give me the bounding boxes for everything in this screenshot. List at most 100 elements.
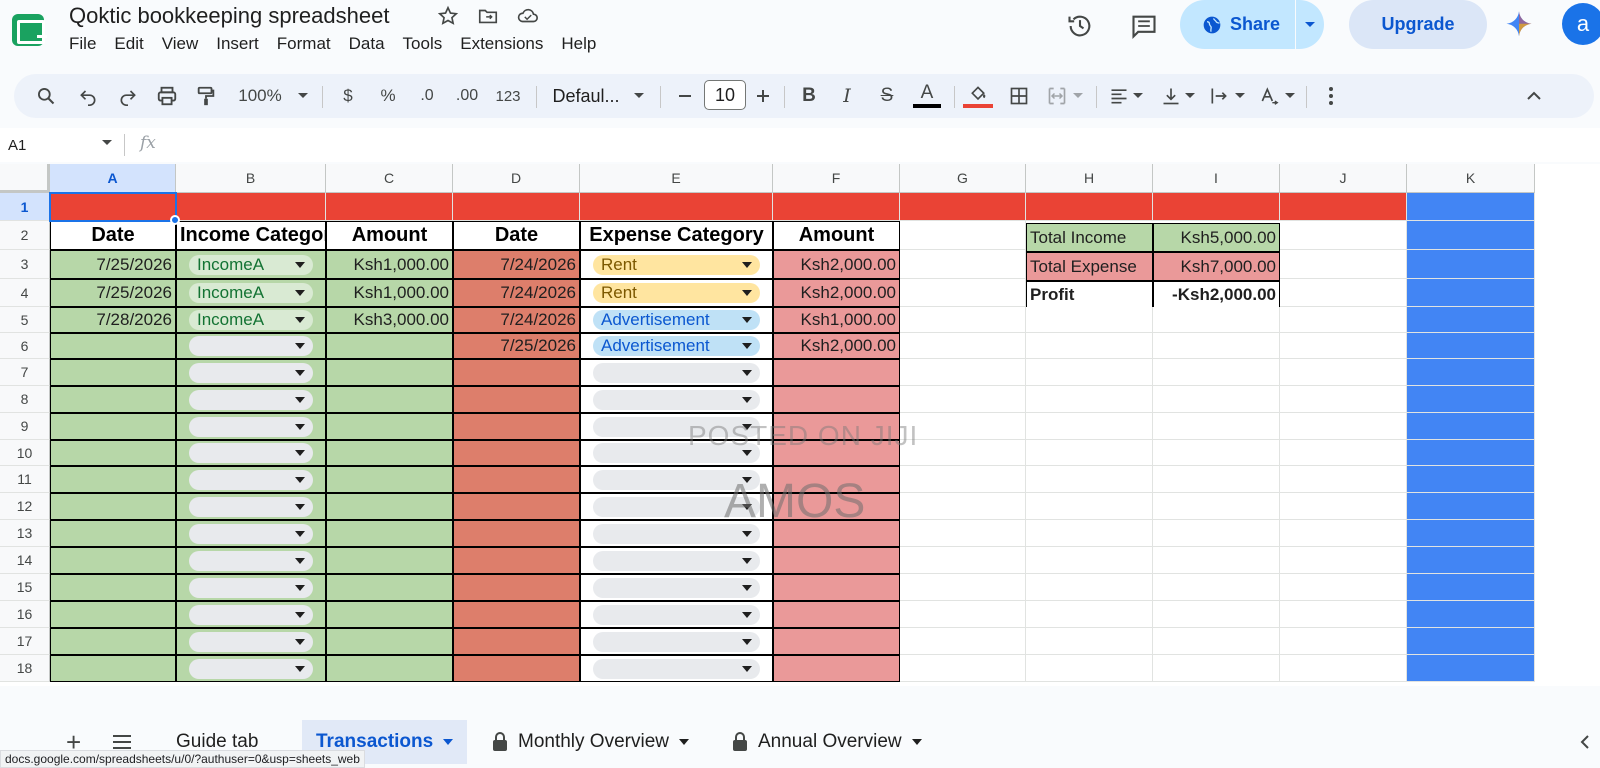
cell-g10[interactable]: [900, 440, 1026, 466]
cell-j5[interactable]: [1280, 307, 1407, 333]
cell-j11[interactable]: [1280, 466, 1407, 493]
italic-button[interactable]: I: [836, 74, 858, 118]
increase-font-size-icon[interactable]: [752, 74, 774, 118]
income-category-dropdown[interactable]: [189, 550, 313, 571]
summary-total-expense-label[interactable]: Total Expense: [1026, 252, 1153, 281]
cell-j8[interactable]: [1280, 386, 1407, 413]
cell-j14[interactable]: [1280, 547, 1407, 574]
menu-format[interactable]: Format: [277, 32, 339, 56]
income-amount-cell[interactable]: Ksh3,000.00: [326, 307, 453, 333]
column-header-b[interactable]: B: [176, 164, 326, 193]
cell-g13[interactable]: [900, 520, 1026, 547]
income-amount-cell[interactable]: [326, 601, 453, 628]
income-category-dropdown[interactable]: [189, 577, 313, 598]
expense-amount-cell[interactable]: [773, 493, 900, 520]
income-amount-cell[interactable]: [326, 547, 453, 574]
expense-amount-cell[interactable]: [773, 520, 900, 547]
banner-cell-d[interactable]: [453, 193, 580, 221]
row-header-6[interactable]: 6: [0, 333, 50, 359]
header-income-amount[interactable]: Amount: [326, 221, 453, 250]
cell-g6[interactable]: [900, 333, 1026, 359]
expense-category-cell[interactable]: [580, 601, 773, 628]
expense-date-cell[interactable]: [453, 386, 580, 413]
cell-h18[interactable]: [1026, 655, 1153, 682]
expense-date-cell[interactable]: [453, 493, 580, 520]
cell-j2[interactable]: [1280, 221, 1407, 250]
expense-category-cell[interactable]: [580, 386, 773, 413]
income-category-dropdown[interactable]: [189, 336, 313, 356]
income-amount-cell[interactable]: [326, 413, 453, 440]
cell-h7[interactable]: [1026, 359, 1153, 386]
income-amount-cell[interactable]: [326, 574, 453, 601]
cell-g3[interactable]: [900, 250, 1026, 279]
halign-caret-icon[interactable]: [1132, 74, 1144, 118]
cell-g12[interactable]: [900, 493, 1026, 520]
cell-i12[interactable]: [1153, 493, 1280, 520]
expense-amount-cell[interactable]: [773, 359, 900, 386]
expense-category-cell[interactable]: [580, 440, 773, 466]
income-category-cell[interactable]: [176, 574, 326, 601]
banner-cell-k7[interactable]: [1407, 359, 1535, 386]
cell-h17[interactable]: [1026, 628, 1153, 655]
cell-j18[interactable]: [1280, 655, 1407, 682]
expense-category-dropdown[interactable]: [593, 362, 760, 383]
income-category-cell[interactable]: IncomeA: [176, 250, 326, 279]
income-category-cell[interactable]: [176, 333, 326, 359]
expense-category-cell[interactable]: [580, 655, 773, 682]
percent-format-button[interactable]: %: [376, 74, 400, 118]
cell-i11[interactable]: [1153, 466, 1280, 493]
expense-date-cell[interactable]: 7/24/2026: [453, 279, 580, 307]
row-header-4[interactable]: 4: [0, 279, 50, 307]
banner-cell-b[interactable]: [176, 193, 326, 221]
income-category-cell[interactable]: [176, 655, 326, 682]
cell-i5[interactable]: [1153, 307, 1280, 333]
banner-cell-j[interactable]: [1280, 193, 1407, 221]
income-category-cell[interactable]: IncomeA: [176, 279, 326, 307]
fill-color-button[interactable]: [962, 74, 994, 118]
expense-category-cell[interactable]: Rent: [580, 250, 773, 279]
income-category-dropdown[interactable]: [189, 604, 313, 625]
row-header-2[interactable]: 2: [0, 221, 50, 250]
banner-cell-k15[interactable]: [1407, 574, 1535, 601]
expense-category-dropdown[interactable]: [593, 496, 760, 517]
expense-category-cell[interactable]: [580, 628, 773, 655]
income-amount-cell[interactable]: [326, 628, 453, 655]
cell-h6[interactable]: [1026, 333, 1153, 359]
row-header-16[interactable]: 16: [0, 601, 50, 628]
cell-i7[interactable]: [1153, 359, 1280, 386]
header-expense-category[interactable]: Expense Category: [580, 221, 773, 250]
expense-date-cell[interactable]: 7/24/2026: [453, 250, 580, 279]
cell-g11[interactable]: [900, 466, 1026, 493]
income-date-cell[interactable]: [50, 386, 176, 413]
expense-amount-cell[interactable]: [773, 601, 900, 628]
number-format-button[interactable]: 123: [492, 74, 524, 118]
banner-cell-c[interactable]: [326, 193, 453, 221]
cell-g9[interactable]: [900, 413, 1026, 440]
banner-cell-g[interactable]: [900, 193, 1026, 221]
cell-h12[interactable]: [1026, 493, 1153, 520]
income-amount-cell[interactable]: [326, 333, 453, 359]
income-amount-cell[interactable]: [326, 359, 453, 386]
expense-amount-cell[interactable]: Ksh1,000.00: [773, 307, 900, 333]
tab-monthly-overview[interactable]: Monthly Overview: [478, 720, 703, 764]
banner-cell-k9[interactable]: [1407, 413, 1535, 440]
expense-date-cell[interactable]: 7/24/2026: [453, 307, 580, 333]
expense-date-cell[interactable]: 7/25/2026: [453, 333, 580, 359]
menu-tools[interactable]: Tools: [403, 32, 451, 56]
vertical-align-icon[interactable]: [1158, 74, 1184, 118]
sheets-logo-icon[interactable]: [12, 14, 47, 46]
income-date-cell[interactable]: [50, 333, 176, 359]
expense-category-cell[interactable]: Advertisement: [580, 333, 773, 359]
horizontal-align-icon[interactable]: [1106, 74, 1132, 118]
cell-j7[interactable]: [1280, 359, 1407, 386]
text-rotation-icon[interactable]: [1256, 74, 1282, 118]
expense-amount-cell[interactable]: [773, 574, 900, 601]
collapse-toolbar-icon[interactable]: [1520, 74, 1548, 118]
banner-cell-k8[interactable]: [1407, 386, 1535, 413]
income-category-dropdown[interactable]: [189, 631, 313, 652]
row-header-12[interactable]: 12: [0, 493, 50, 520]
income-category-cell[interactable]: IncomeA: [176, 307, 326, 333]
zoom-select[interactable]: 100%: [232, 74, 288, 118]
expense-amount-cell[interactable]: [773, 386, 900, 413]
income-category-cell[interactable]: [176, 386, 326, 413]
